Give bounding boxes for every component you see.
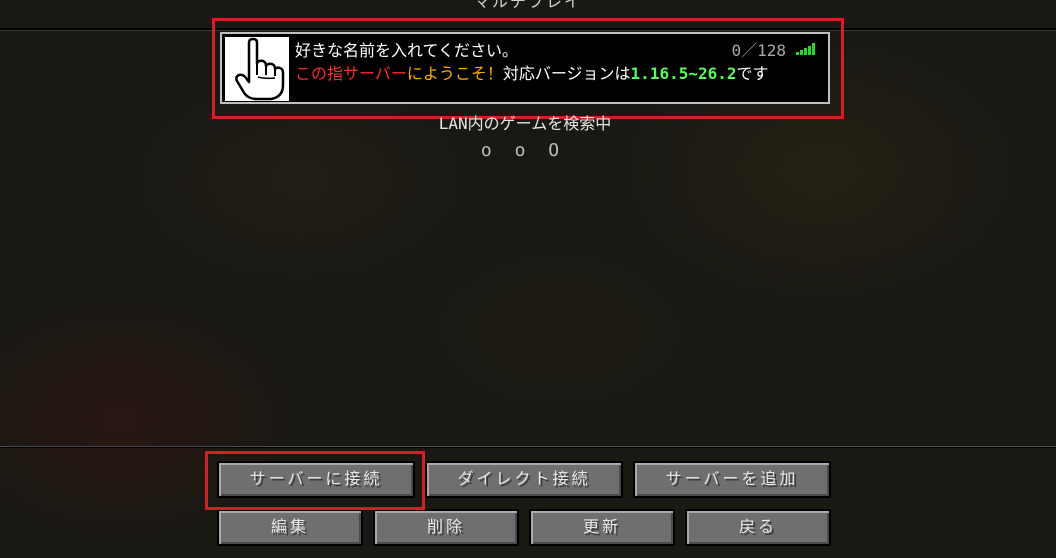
back-button[interactable]: 戻る — [685, 509, 831, 546]
lan-search-status: LAN内のゲームを検索中 — [438, 114, 612, 133]
bottom-divider — [0, 446, 1056, 448]
direct-connect-button[interactable]: ダイレクト接続 — [425, 461, 623, 498]
screen-title: マルチプレイ — [473, 0, 582, 11]
server-entry-highlight — [212, 18, 844, 119]
delete-button[interactable]: 削除 — [373, 509, 519, 546]
edit-button[interactable]: 編集 — [217, 509, 363, 546]
join-button-highlight — [205, 451, 425, 510]
add-server-button[interactable]: サーバーを追加 — [633, 461, 831, 498]
refresh-button[interactable]: 更新 — [529, 509, 675, 546]
lan-search-animation: o o O — [480, 140, 566, 161]
